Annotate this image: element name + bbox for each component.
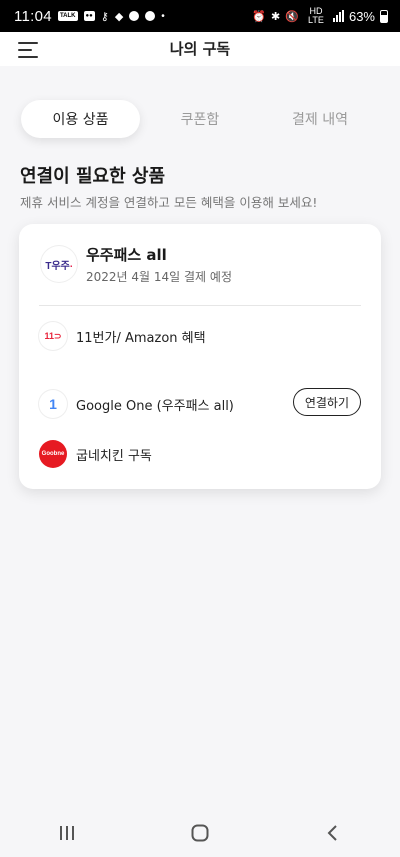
blank-area <box>63 350 134 380</box>
app-header: 나의 구독 <box>0 32 400 66</box>
benefit-row-google-one: 1 Google One (우주패스 all) 연결하기 <box>39 386 361 422</box>
subscription-card: T우주. 우주패스 all 2022년 4월 14일 결제 예정 11 ⊃ 11번… <box>19 224 381 489</box>
tab-using-products[interactable]: 이용 상품 <box>21 100 140 138</box>
system-nav-bar <box>0 809 400 857</box>
google-one-icon-text: 1 <box>49 396 57 412</box>
c-icon <box>145 11 156 21</box>
network-label: HD LTE <box>308 6 324 25</box>
google-one-icon: 1 <box>39 390 67 418</box>
status-time: 11:04 <box>14 7 52 25</box>
tab-payment-history[interactable]: 결제 내역 <box>270 100 370 138</box>
back-button[interactable] <box>303 813 363 853</box>
goobne-icon: Goobne <box>39 440 67 468</box>
payment-date: 2022년 4월 14일 결제 예정 <box>86 270 232 284</box>
benefit-label: 11번가/ Amazon 혜택 <box>76 330 206 346</box>
benefit-row-goobne: Goobne 굽네치킨 구독 <box>39 436 361 472</box>
benefit-row-11st: 11 ⊃ 11번가/ Amazon 혜택 <box>39 318 361 354</box>
t-universe-logo: T우주. <box>41 246 77 282</box>
kakao-icon: ●● <box>83 11 95 21</box>
11st-icon: 11 ⊃ <box>39 322 67 350</box>
section-description: 제휴 서비스 계정을 연결하고 모든 혜택을 이용해 보세요! <box>20 195 318 210</box>
tab-bar: 이용 상품 쿠폰함 결제 내역 <box>0 100 400 144</box>
gear-icon <box>129 11 140 21</box>
battery-icon <box>380 9 388 23</box>
alarm-icon: ⏰ <box>252 10 267 23</box>
mute-icon: 🔇 <box>285 10 299 23</box>
divider <box>39 305 361 306</box>
11st-icon-text: 11 <box>44 331 54 341</box>
battery-text: 63% <box>348 8 375 24</box>
recent-apps-icon <box>59 826 74 840</box>
subscription-name: 우주패스 all <box>86 246 167 264</box>
dot-icon: • <box>161 10 165 22</box>
recent-apps-button[interactable] <box>37 813 97 853</box>
home-icon <box>191 824 209 842</box>
sim-icon: ◆ <box>114 10 124 23</box>
benefit-label: Google One (우주패스 all) <box>76 398 234 414</box>
connect-button[interactable]: 연결하기 <box>292 388 361 416</box>
talk-icon: TALK <box>57 11 78 21</box>
page-title: 나의 구독 <box>169 40 231 58</box>
home-button[interactable] <box>170 813 230 853</box>
status-bar: 11:04 TALK ●● ⚷ ◆ • ⏰ ✱ 🔇 HD LTE 63% <box>0 0 400 32</box>
benefit-label: 굽네치킨 구독 <box>76 448 152 464</box>
key-icon: ⚷ <box>100 10 109 23</box>
logo-text: T우주 <box>45 260 70 272</box>
goobne-icon-text: Goobne <box>41 451 65 457</box>
tab-coupons[interactable]: 쿠폰함 <box>150 100 250 138</box>
signal-icon <box>332 10 344 22</box>
bluetooth-icon: ✱ <box>271 10 281 23</box>
section-title: 연결이 필요한 상품 <box>20 166 166 187</box>
back-icon <box>327 825 338 841</box>
